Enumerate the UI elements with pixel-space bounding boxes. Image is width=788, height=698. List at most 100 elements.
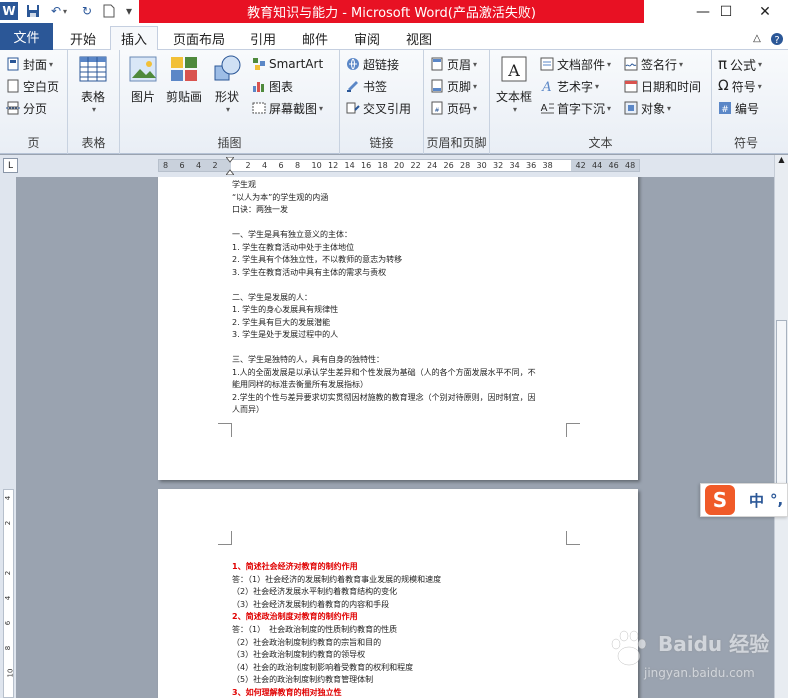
text-line: 一、学生是具有独立意义的主体：: [232, 230, 352, 239]
vertical-ruler-tick: 4: [4, 495, 13, 501]
smartart-button[interactable]: SmartArt: [252, 54, 323, 74]
footer-button[interactable]: 页脚 ▾: [430, 76, 477, 96]
header-button[interactable]: 页眉 ▾: [430, 54, 477, 74]
page-break-button[interactable]: 分页: [6, 98, 47, 118]
new-document-icon[interactable]: [100, 2, 118, 20]
text-line: 2. 学生具有巨大的发展潜能: [232, 317, 331, 327]
date-time-button[interactable]: 日期和时间: [624, 76, 701, 96]
ruler-tick: 42: [575, 161, 586, 170]
tab-home[interactable]: 开始: [60, 27, 106, 50]
textbox-button[interactable]: A 文本框 ▾: [496, 54, 532, 114]
quick-parts-button[interactable]: 文档部件 ▾: [540, 54, 611, 74]
word-app-icon[interactable]: W: [0, 2, 18, 20]
group-symbols-label: 符号: [733, 136, 758, 150]
cross-reference-icon: [346, 101, 360, 115]
footer-icon: [430, 79, 444, 93]
ruler-tick: 38: [542, 161, 553, 170]
group-table: 表格 ▾ 表格: [68, 50, 120, 154]
ruler-tick: 8: [295, 161, 301, 170]
bookmark-button[interactable]: 书签: [346, 76, 387, 96]
answer-line: （3）社会经济发展制约着教育的内容和手段: [232, 599, 390, 609]
picture-button[interactable]: 图片: [128, 54, 158, 105]
collapse-ribbon-icon[interactable]: △: [750, 27, 764, 50]
ruler-tick: 10: [311, 161, 322, 170]
symbol-button[interactable]: Ω 符号 ▾: [718, 76, 762, 96]
tab-insert[interactable]: 插入: [110, 26, 158, 51]
crop-mark: [218, 531, 232, 545]
crop-mark: [218, 423, 232, 437]
scroll-up-icon[interactable]: ▲: [776, 155, 787, 167]
shapes-button[interactable]: 形状 ▾: [212, 54, 242, 114]
ruler-tick: 2: [245, 161, 251, 170]
answer-line: （2）社会政治制度制约教育的宗旨和目的: [232, 637, 382, 647]
ime-punctuation-toggle[interactable]: °,: [770, 491, 783, 509]
drop-cap-button[interactable]: A 首字下沉 ▾: [540, 98, 611, 118]
page-1[interactable]: 学生观 “以人为本”的学生观的内涵 口诀：两独一发 一、学生是具有独立意义的主体： 1.…: [158, 177, 638, 480]
tab-selector-icon[interactable]: L: [3, 158, 18, 173]
ruler-left-margin: [159, 160, 231, 171]
question-heading: 2、简述政治制度对教育的制约作用: [232, 612, 358, 622]
numbering-button[interactable]: # 编号: [718, 98, 759, 118]
blank-page-button[interactable]: 空白页: [6, 76, 59, 96]
scrollbar-thumb[interactable]: [776, 320, 787, 495]
cover-page-button[interactable]: 封面 ▾: [6, 54, 53, 74]
object-icon: [624, 101, 638, 115]
tab-review[interactable]: 审阅: [344, 27, 390, 50]
equation-button[interactable]: π 公式 ▾: [718, 54, 762, 74]
customize-toolbar-icon[interactable]: ▾: [122, 2, 136, 20]
indent-marker-icon[interactable]: [224, 156, 236, 176]
svg-text:#: #: [434, 107, 439, 114]
ruler-tick: 6: [278, 161, 284, 170]
ime-toolbar[interactable]: S 中 °,: [700, 483, 788, 517]
group-illustrations-label: 插图: [217, 136, 242, 150]
vertical-scrollbar[interactable]: ▲: [774, 155, 788, 698]
ruler-tick: 30: [476, 161, 487, 170]
clipart-button[interactable]: 剪贴画: [166, 54, 202, 105]
close-button[interactable]: ✕: [742, 0, 788, 23]
ime-mode-toggle[interactable]: 中: [749, 490, 764, 511]
group-links: 超链接 书签 交叉引用 链接: [340, 50, 424, 154]
answer-line: （5）社会的政治制度制约教育管理体制: [232, 675, 374, 685]
page-2[interactable]: 1、简述社会经济对教育的制约作用 答：（1）社会经济的发展制约着教育事业发展的规模…: [158, 489, 638, 698]
document-area[interactable]: 学生观 “以人为本”的学生观的内涵 口诀：两独一发 一、学生是具有独立意义的主体： 1.…: [16, 177, 774, 698]
horizontal-ruler-row: L 8 6 4 2 2 4 6 8 10 12 14 16 18 20 22 24 26 28 30 32 34 36 38…: [0, 155, 788, 177]
ruler-tick: 6: [179, 161, 185, 170]
wordart-button[interactable]: A 艺术字 ▾: [540, 76, 599, 96]
signature-line-button[interactable]: 签名行 ▾: [624, 54, 683, 74]
calendar-icon: [624, 79, 638, 93]
help-icon[interactable]: ?: [768, 27, 786, 50]
crop-mark: [218, 423, 232, 424]
tab-references[interactable]: 引用: [240, 27, 286, 50]
tab-mailings[interactable]: 邮件: [292, 27, 338, 50]
group-header-footer-label: 页眉和页脚: [426, 136, 487, 150]
vertical-ruler-tick: 8: [4, 645, 13, 651]
vertical-ruler-tick: 2: [4, 570, 13, 576]
vertical-ruler[interactable]: 4 2 2 4 6 8 10: [0, 177, 16, 698]
chart-button[interactable]: 图表: [252, 76, 293, 96]
ruler-tick: 18: [377, 161, 388, 170]
svg-text:#: #: [721, 105, 729, 115]
clipart-icon: [171, 57, 197, 81]
undo-icon[interactable]: ↶ ▾: [46, 2, 72, 20]
picture-icon: [129, 56, 157, 82]
text-line: 2.学生的个性与差异要求切实贯彻因材施教的教育理念（个别对待原则，因时制宜，因: [232, 392, 536, 402]
sogou-logo-icon[interactable]: S: [705, 485, 735, 515]
vertical-ruler-tick: 4: [4, 595, 13, 601]
redo-icon[interactable]: ↻: [78, 2, 96, 20]
svg-text:A: A: [541, 103, 548, 114]
screenshot-icon: [252, 101, 266, 115]
answer-line: 答：（1）社会经济的发展制约着教育事业发展的规模和速度: [232, 574, 442, 584]
tab-view[interactable]: 视图: [396, 27, 442, 50]
header-icon: [430, 57, 444, 71]
save-icon[interactable]: [24, 2, 42, 20]
object-button[interactable]: 对象 ▾: [624, 98, 671, 118]
page-number-button[interactable]: # 页码 ▾: [430, 98, 477, 118]
tab-file[interactable]: 文件: [0, 23, 53, 50]
screenshot-button[interactable]: 屏幕截图 ▾: [252, 98, 323, 118]
ruler-tick: 8: [163, 161, 169, 170]
title-bar: W ↶ ▾ ↻ ▾ 教育知识与能力 - Microsoft Word(产品激活失败…: [0, 0, 788, 23]
hyperlink-button[interactable]: 超链接: [346, 54, 399, 74]
table-button[interactable]: 表格 ▾: [78, 54, 108, 114]
tab-page-layout[interactable]: 页面布局: [166, 27, 232, 50]
cross-reference-button[interactable]: 交叉引用: [346, 98, 411, 118]
